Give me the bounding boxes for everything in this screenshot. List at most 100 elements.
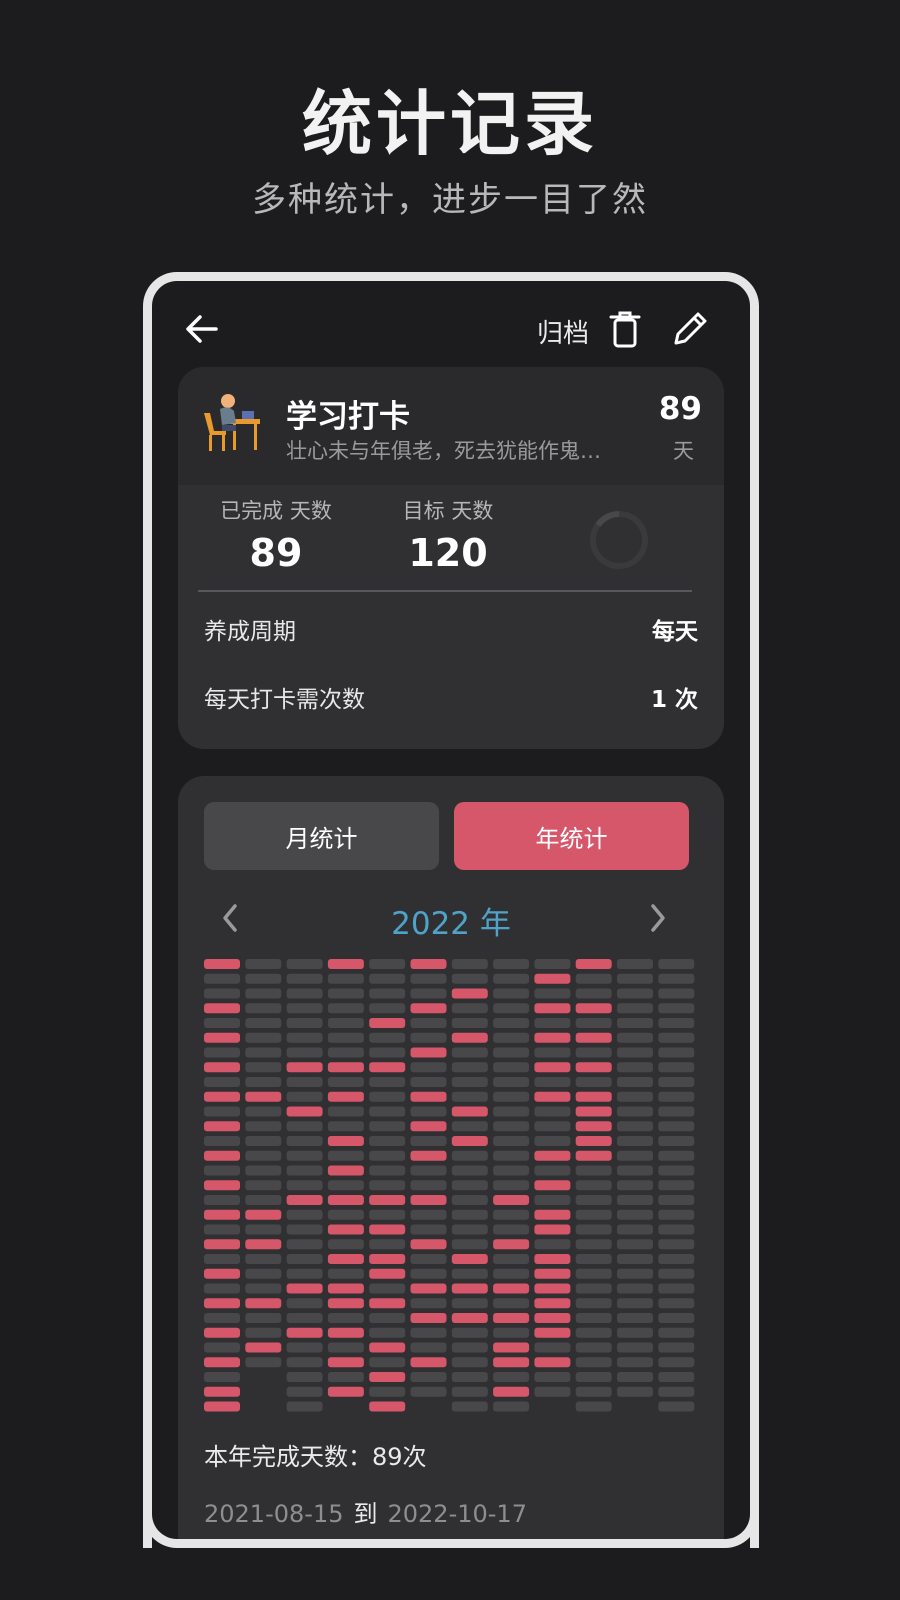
student-desk-icon bbox=[204, 394, 260, 451]
heatmap-cell bbox=[575, 1224, 612, 1235]
heatmap-cell bbox=[327, 973, 364, 984]
heatmap-cell bbox=[204, 973, 240, 984]
heatmap-cell bbox=[369, 1268, 406, 1279]
heatmap-cell bbox=[658, 1224, 695, 1235]
heatmap-cell bbox=[369, 1150, 406, 1161]
heatmap-cell bbox=[534, 1283, 571, 1294]
heatmap-cell bbox=[327, 1357, 364, 1368]
heatmap-cell bbox=[245, 988, 282, 999]
heatmap-cell bbox=[327, 1386, 364, 1397]
heatmap-cell bbox=[369, 1032, 406, 1043]
heatmap-cell bbox=[327, 1372, 364, 1382]
heatmap-cell bbox=[327, 1062, 364, 1073]
heatmap-cell bbox=[575, 1121, 612, 1132]
heatmap-cell bbox=[658, 1165, 695, 1176]
heatmap-cell bbox=[534, 1386, 571, 1397]
heatmap-cell bbox=[327, 1327, 364, 1338]
heatmap-cell bbox=[658, 1357, 695, 1368]
heatmap-cell bbox=[534, 1254, 571, 1264]
heatmap-cell bbox=[245, 1165, 282, 1176]
progress-ring bbox=[590, 511, 648, 569]
edit-pencil-icon[interactable] bbox=[670, 309, 710, 349]
heatmap-cell bbox=[286, 1298, 323, 1309]
heatmap-cell bbox=[204, 1195, 240, 1205]
completed-value: 89 bbox=[249, 531, 303, 575]
heatmap-cell bbox=[493, 1357, 530, 1368]
heatmap-cell bbox=[575, 1091, 612, 1102]
cycle-value: 每天 bbox=[652, 619, 698, 645]
heatmap-cell bbox=[493, 1298, 530, 1309]
heatmap-cell bbox=[493, 1003, 530, 1014]
heatmap-cell bbox=[658, 1180, 695, 1191]
heatmap-cell bbox=[493, 1150, 530, 1161]
heatmap-cell bbox=[286, 1386, 323, 1397]
trash-icon[interactable] bbox=[607, 309, 643, 349]
heatmap-cell bbox=[327, 1047, 364, 1058]
heatmap-cell bbox=[658, 1018, 695, 1028]
heatmap-cell bbox=[658, 1386, 695, 1397]
heatmap-cell bbox=[617, 1209, 653, 1220]
heatmap-cell bbox=[410, 1018, 447, 1028]
heatmap-cell bbox=[575, 1401, 612, 1412]
heatmap-cell bbox=[617, 959, 653, 969]
phone-frame: 归档 学习打卡 壮心未与年俱老，死去犹能作鬼… 89 天 已完成 天数 89 目… bbox=[143, 272, 759, 1548]
heatmap-cell bbox=[493, 1032, 530, 1043]
heatmap-cell bbox=[617, 988, 653, 999]
heatmap-cell bbox=[617, 1106, 653, 1117]
heatmap-cell bbox=[534, 1298, 571, 1309]
habit-card: 学习打卡 壮心未与年俱老，死去犹能作鬼… 89 天 已完成 天数 89 目标 天… bbox=[178, 367, 724, 749]
heatmap-cell bbox=[410, 1224, 447, 1235]
heatmap-cell bbox=[493, 1224, 530, 1235]
heatmap-cell bbox=[451, 1180, 488, 1191]
heatmap-cell bbox=[410, 1209, 447, 1220]
heatmap-cell bbox=[286, 1342, 323, 1353]
heatmap-cell bbox=[575, 1283, 612, 1294]
heatmap-cell bbox=[286, 1195, 323, 1205]
heatmap-cell bbox=[451, 1106, 488, 1117]
heatmap-cell bbox=[327, 1298, 364, 1309]
heatmap-cell bbox=[286, 1047, 323, 1058]
heatmap-cell bbox=[204, 1032, 240, 1043]
heatmap-cell bbox=[369, 1195, 406, 1205]
heatmap-cell bbox=[451, 1136, 488, 1146]
heatmap-cell bbox=[286, 1357, 323, 1368]
heatmap-cell bbox=[658, 1150, 695, 1161]
heatmap-cell bbox=[575, 1209, 612, 1220]
heatmap-cell bbox=[327, 1239, 364, 1250]
heatmap-cell bbox=[327, 1150, 364, 1161]
heatmap-cell bbox=[658, 1401, 695, 1412]
heatmap-cell bbox=[575, 1106, 612, 1117]
heatmap-cell bbox=[410, 1283, 447, 1294]
heatmap-cell bbox=[658, 1106, 695, 1117]
back-arrow-icon[interactable] bbox=[182, 309, 222, 349]
heatmap-cell bbox=[204, 1342, 240, 1353]
heatmap-cell bbox=[204, 1003, 240, 1014]
heatmap-cell bbox=[493, 1372, 530, 1382]
heatmap-cell bbox=[410, 1254, 447, 1264]
heatmap-cell bbox=[327, 1165, 364, 1176]
heatmap-cell bbox=[451, 1003, 488, 1014]
heatmap-cell bbox=[410, 1121, 447, 1132]
heatmap-cell bbox=[451, 1357, 488, 1368]
heatmap-cell bbox=[493, 1165, 530, 1176]
heatmap-cell bbox=[451, 1342, 488, 1353]
heatmap-cell bbox=[617, 1357, 653, 1368]
heatmap-cell bbox=[575, 1003, 612, 1014]
heatmap-cell bbox=[451, 1372, 488, 1382]
archive-button[interactable]: 归档 bbox=[537, 313, 589, 350]
heatmap-cell bbox=[617, 1298, 653, 1309]
heatmap-cell bbox=[451, 1018, 488, 1028]
heatmap-cell bbox=[245, 1239, 282, 1250]
heatmap-cell bbox=[493, 1401, 530, 1412]
heatmap-cell bbox=[534, 1003, 571, 1014]
heatmap-cell bbox=[451, 1032, 488, 1043]
habit-header[interactable]: 学习打卡 壮心未与年俱老，死去犹能作鬼… 89 天 bbox=[178, 367, 724, 485]
heatmap-cell bbox=[245, 1077, 282, 1087]
heatmap-cell bbox=[410, 1003, 447, 1014]
heatmap-cell bbox=[451, 1401, 488, 1412]
phone-frame-bottom bbox=[143, 1500, 759, 1548]
heatmap-cell bbox=[410, 1091, 447, 1102]
heatmap-cell bbox=[204, 1047, 240, 1058]
heatmap-cell bbox=[327, 1091, 364, 1102]
heatmap-cell bbox=[575, 1342, 612, 1353]
